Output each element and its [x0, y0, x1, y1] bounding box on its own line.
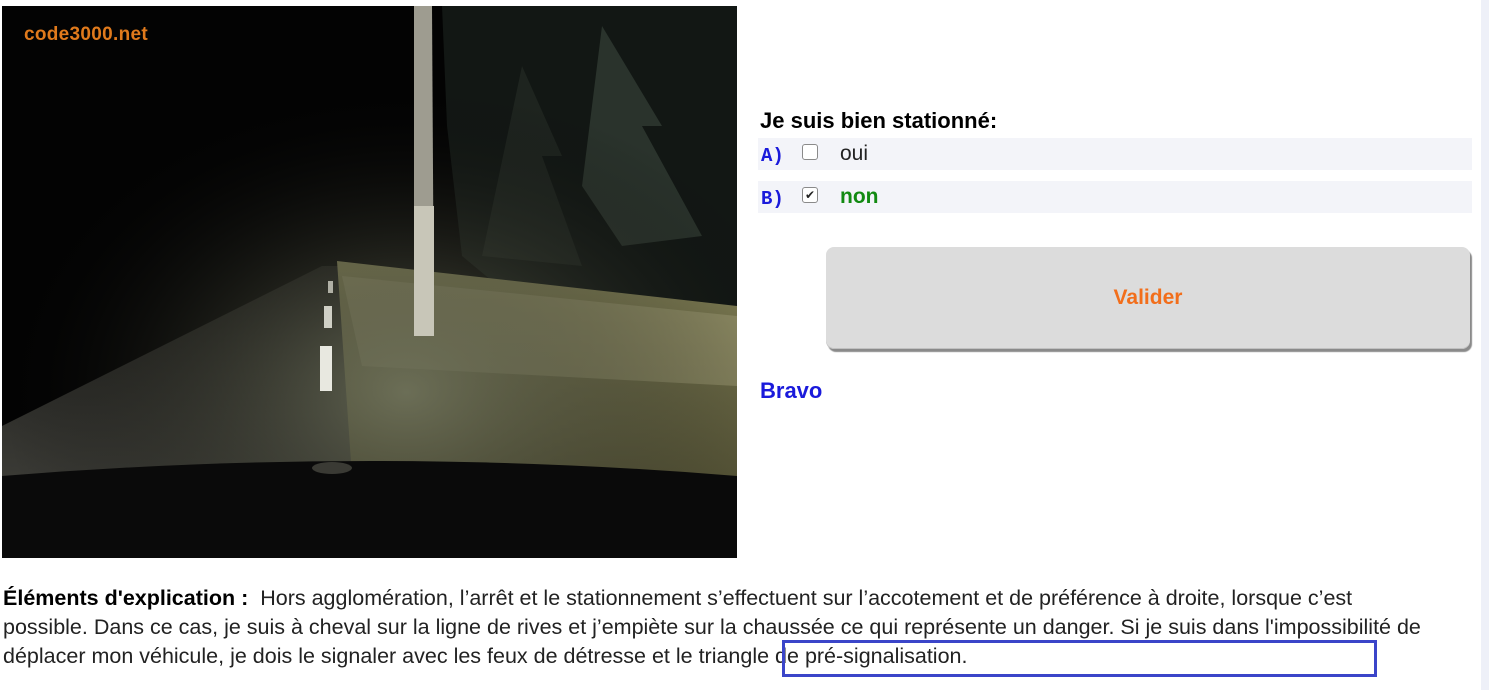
highlight-box — [782, 640, 1377, 677]
answer-a-checkbox[interactable] — [802, 144, 818, 160]
night-road-illustration — [2, 6, 737, 558]
question-photo: code3000.net — [2, 6, 737, 558]
explanation-label: Éléments d'explication : — [3, 586, 249, 610]
answer-letter: B) — [761, 188, 784, 210]
validate-button[interactable]: Valider — [826, 247, 1470, 349]
answer-text: non — [840, 185, 879, 208]
site-watermark: code3000.net — [24, 24, 148, 45]
checkmark-icon: ✔ — [804, 188, 816, 202]
answer-b-checkbox[interactable]: ✔ — [802, 187, 818, 203]
page-edge — [1481, 0, 1489, 690]
answer-option-a[interactable]: A) oui — [758, 138, 1472, 170]
answer-option-b[interactable]: B) ✔ non — [758, 181, 1472, 213]
question-title: Je suis bien stationné: — [760, 108, 998, 133]
answer-text: oui — [840, 142, 869, 165]
result-message: Bravo — [760, 378, 823, 403]
answer-letter: A) — [761, 145, 784, 167]
